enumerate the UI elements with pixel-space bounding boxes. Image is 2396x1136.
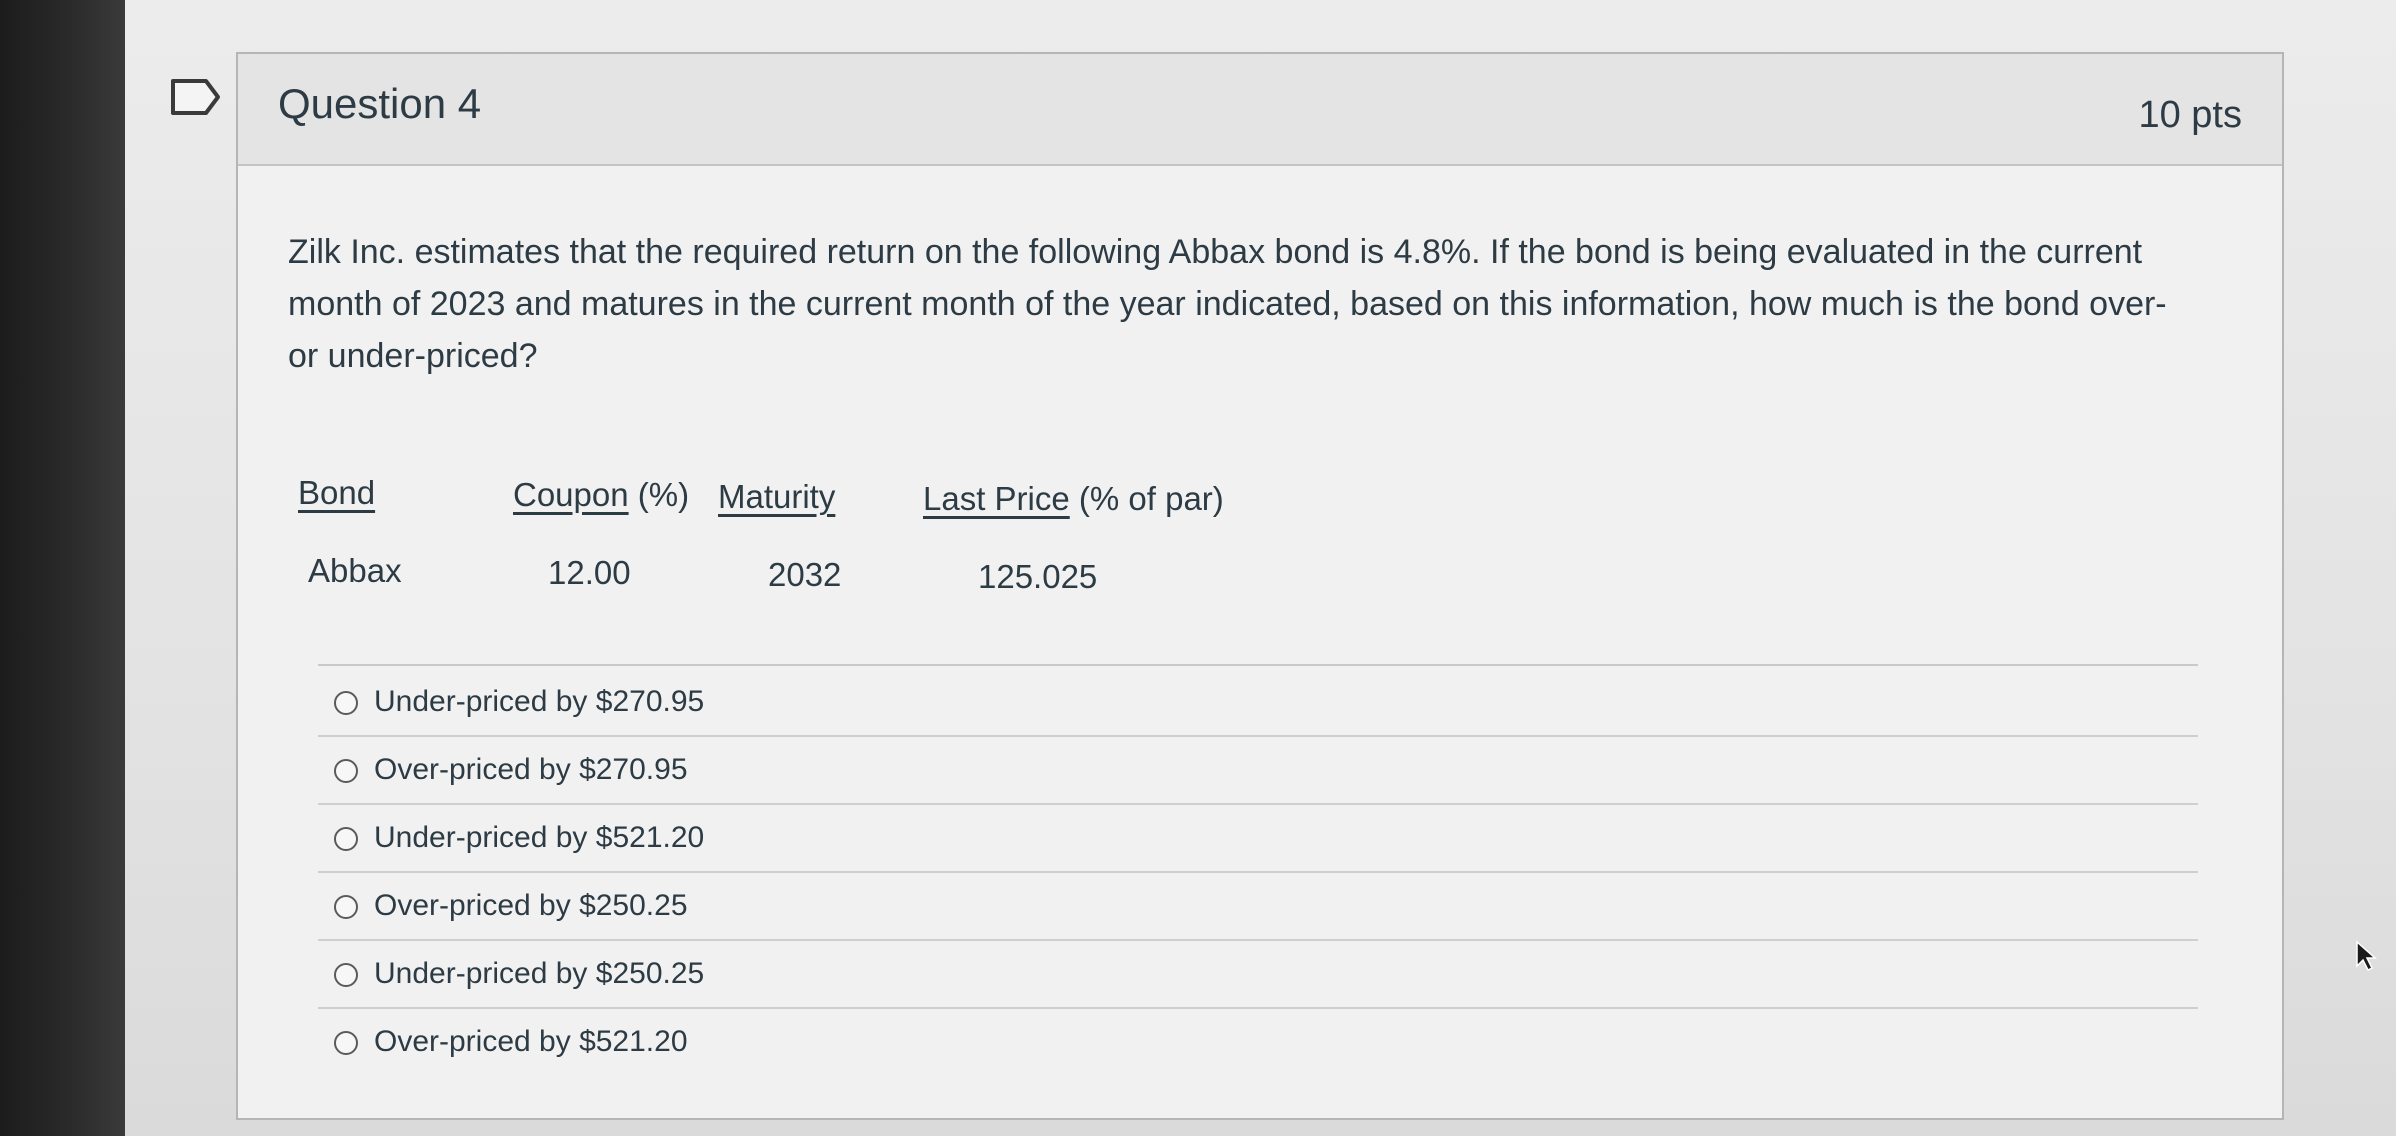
answer-label[interactable]: Under-priced by $270.95 [374, 685, 704, 719]
answer-option[interactable]: Under-priced by $270.95 [318, 669, 2198, 737]
bookmark-flag-icon[interactable] [170, 78, 222, 116]
answer-label[interactable]: Over-priced by $250.25 [374, 889, 688, 923]
answer-label[interactable]: Over-priced by $521.20 [374, 1025, 688, 1059]
answer-label[interactable]: Over-priced by $270.95 [374, 753, 688, 787]
header-bond: Bond [298, 474, 376, 511]
answer-option[interactable]: Under-priced by $250.25 [318, 941, 2198, 1009]
answers-divider [318, 664, 2198, 666]
answer-label[interactable]: Under-priced by $250.25 [374, 957, 704, 991]
radio-button-icon[interactable] [334, 827, 358, 851]
header-last-price: Last Price (% of par) [923, 480, 1224, 518]
radio-button-icon[interactable] [334, 895, 358, 919]
header-maturity: Maturity [718, 478, 836, 515]
answer-label[interactable]: Under-priced by $521.20 [374, 821, 704, 855]
answer-option[interactable]: Over-priced by $521.20 [318, 1009, 2198, 1077]
header-coupon-unit: (%) [628, 476, 690, 513]
answer-option[interactable]: Over-priced by $270.95 [318, 737, 2198, 805]
answers-list: Under-priced by $270.95 Over-priced by $… [318, 669, 2198, 1077]
question-header: Question 4 10 pts [238, 54, 2282, 166]
radio-button-icon[interactable] [334, 691, 358, 715]
question-points: 10 pts [2138, 94, 2242, 136]
monitor-bezel [0, 0, 125, 1136]
answer-option[interactable]: Under-priced by $521.20 [318, 805, 2198, 873]
cell-last-price: 125.025 [978, 558, 1098, 595]
cell-maturity: 2032 [768, 556, 842, 593]
answer-option[interactable]: Over-priced by $250.25 [318, 873, 2198, 941]
radio-button-icon[interactable] [334, 759, 358, 783]
header-coupon: Coupon (%) [513, 476, 689, 514]
question-title: Question 4 [278, 80, 482, 127]
radio-button-icon[interactable] [334, 963, 358, 987]
header-last-price-unit: (% of par) [1069, 480, 1224, 517]
header-last-price-label: Last Price [923, 480, 1070, 517]
header-coupon-label: Coupon [513, 476, 629, 513]
cell-coupon: 12.00 [548, 554, 631, 591]
radio-button-icon[interactable] [334, 1031, 358, 1055]
mouse-pointer-icon [2356, 940, 2377, 972]
question-text: Zilk Inc. estimates that the required re… [288, 233, 2167, 375]
question-card: Question 4 10 pts Zilk Inc. estimates th… [236, 52, 2284, 1120]
cell-bond: Abbax [308, 552, 402, 589]
